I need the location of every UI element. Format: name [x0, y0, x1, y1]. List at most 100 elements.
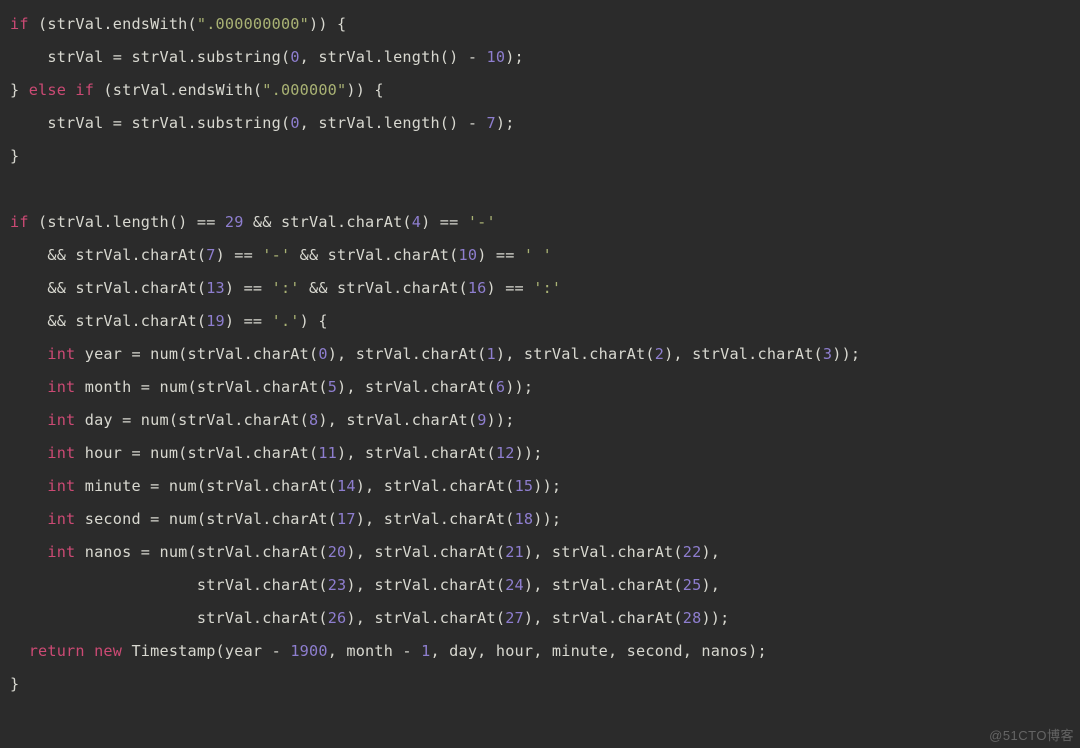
- code-token-pun: ), strVal.charAt(: [356, 510, 515, 528]
- code-token-num: 0: [290, 114, 299, 132]
- code-token-pun: month = num(strVal.charAt(: [75, 378, 327, 396]
- code-token-chr: '.': [272, 312, 300, 330]
- code-token-pun: [10, 345, 47, 363]
- code-token-pun: ), strVal.charAt(: [318, 411, 477, 429]
- code-token-pun: ),: [701, 543, 720, 561]
- code-token-pun: strVal = strVal.substring(: [10, 114, 290, 132]
- code-token-pun: (strVal.endsWith(: [29, 15, 197, 33]
- code-token-pun: [10, 411, 47, 429]
- code-token-num: 1900: [290, 642, 327, 660]
- code-token-num: 28: [683, 609, 702, 627]
- code-token-pun: ), strVal.charAt(: [328, 345, 487, 363]
- code-token-num: 26: [328, 609, 347, 627]
- code-token-kw: if: [10, 213, 29, 231]
- code-token-pun: (strVal.length() ==: [29, 213, 225, 231]
- watermark-label: @51CTO博客: [989, 725, 1074, 744]
- code-token-pun: ));: [515, 444, 543, 462]
- code-token-kw: int: [47, 378, 75, 396]
- code-token-pun: , strVal.length() -: [300, 114, 487, 132]
- code-token-pun: , month -: [328, 642, 421, 660]
- code-token-num: 27: [505, 609, 524, 627]
- code-token-pun: && strVal.charAt(: [244, 213, 412, 231]
- code-token-num: 11: [318, 444, 337, 462]
- code-token-pun: [10, 510, 47, 528]
- code-token-pun: ) ==: [487, 279, 534, 297]
- code-token-pun: ), strVal.charAt(: [496, 345, 655, 363]
- code-token-pun: ), strVal.charAt(: [524, 576, 683, 594]
- code-token-pun: ), strVal.charAt(: [524, 609, 683, 627]
- code-token-pun: year = num(strVal.charAt(: [75, 345, 318, 363]
- code-token-kw: new: [94, 642, 122, 660]
- code-token-num: 4: [412, 213, 421, 231]
- code-token-kw: int: [47, 543, 75, 561]
- code-token-num: 7: [487, 114, 496, 132]
- code-token-num: 1: [487, 345, 496, 363]
- code-token-num: 0: [290, 48, 299, 66]
- code-token-pun: ));: [701, 609, 729, 627]
- code-token-num: 20: [328, 543, 347, 561]
- code-token-num: 6: [496, 378, 505, 396]
- code-token-pun: && strVal.charAt(: [300, 279, 468, 297]
- code-block: if (strVal.endsWith(".000000000")) { str…: [0, 0, 1080, 709]
- code-token-kw: int: [47, 345, 75, 363]
- code-token-pun: )) {: [346, 81, 383, 99]
- code-token-pun: ));: [533, 510, 561, 528]
- code-token-num: 25: [683, 576, 702, 594]
- code-token-num: 14: [337, 477, 356, 495]
- code-token-pun: ));: [505, 378, 533, 396]
- code-token-chr: '-': [468, 213, 496, 231]
- code-token-pun: ) ==: [216, 246, 263, 264]
- code-token-pun: ), strVal.charAt(: [356, 477, 515, 495]
- code-token-pun: && strVal.charAt(: [10, 246, 206, 264]
- code-token-pun: )) {: [309, 15, 346, 33]
- code-token-pun: [10, 543, 47, 561]
- code-token-num: 15: [515, 477, 534, 495]
- code-token-num: 29: [225, 213, 244, 231]
- code-token-chr: ':': [533, 279, 561, 297]
- code-token-pun: && strVal.charAt(: [10, 279, 206, 297]
- code-token-pun: hour = num(strVal.charAt(: [75, 444, 318, 462]
- code-token-kw: int: [47, 477, 75, 495]
- code-token-num: 22: [683, 543, 702, 561]
- code-token-pun: [66, 81, 75, 99]
- code-token-pun: , day, hour, minute, second, nanos);: [430, 642, 766, 660]
- code-token-num: 23: [328, 576, 347, 594]
- code-token-pun: ) {: [300, 312, 328, 330]
- code-token-pun: second = num(strVal.charAt(: [75, 510, 337, 528]
- code-token-num: 13: [206, 279, 225, 297]
- code-token-pun: ));: [832, 345, 860, 363]
- code-token-num: 21: [505, 543, 524, 561]
- code-token-num: 10: [487, 48, 506, 66]
- code-token-pun: Timestamp(year -: [122, 642, 290, 660]
- code-token-num: 18: [515, 510, 534, 528]
- code-token-pun: , strVal.length() -: [300, 48, 487, 66]
- code-token-pun: strVal.charAt(: [10, 609, 328, 627]
- code-token-pun: day = num(strVal.charAt(: [75, 411, 309, 429]
- code-token-pun: nanos = num(strVal.charAt(: [75, 543, 327, 561]
- code-token-chr: '-': [262, 246, 290, 264]
- code-token-num: 10: [459, 246, 478, 264]
- code-token-pun: ) ==: [477, 246, 524, 264]
- code-token-pun: ));: [533, 477, 561, 495]
- code-token-pun: ), strVal.charAt(: [337, 378, 496, 396]
- code-token-num: 9: [477, 411, 486, 429]
- code-token-pun: ),: [701, 576, 720, 594]
- code-token-chr: ' ': [524, 246, 552, 264]
- code-token-chr: ':': [272, 279, 300, 297]
- code-token-pun: [85, 642, 94, 660]
- code-token-kw: int: [47, 510, 75, 528]
- code-token-num: 8: [309, 411, 318, 429]
- code-token-pun: [10, 444, 47, 462]
- code-token-pun: && strVal.charAt(: [290, 246, 458, 264]
- code-token-num: 12: [496, 444, 515, 462]
- code-token-kw: if: [75, 81, 94, 99]
- code-token-kw: int: [47, 411, 75, 429]
- code-token-num: 7: [206, 246, 215, 264]
- code-token-num: 3: [823, 345, 832, 363]
- code-token-pun: );: [505, 48, 524, 66]
- code-token-kw: return: [29, 642, 85, 660]
- code-token-pun: [10, 477, 47, 495]
- code-token-pun: }: [10, 81, 29, 99]
- code-token-pun: ) ==: [225, 312, 272, 330]
- code-token-pun: minute = num(strVal.charAt(: [75, 477, 337, 495]
